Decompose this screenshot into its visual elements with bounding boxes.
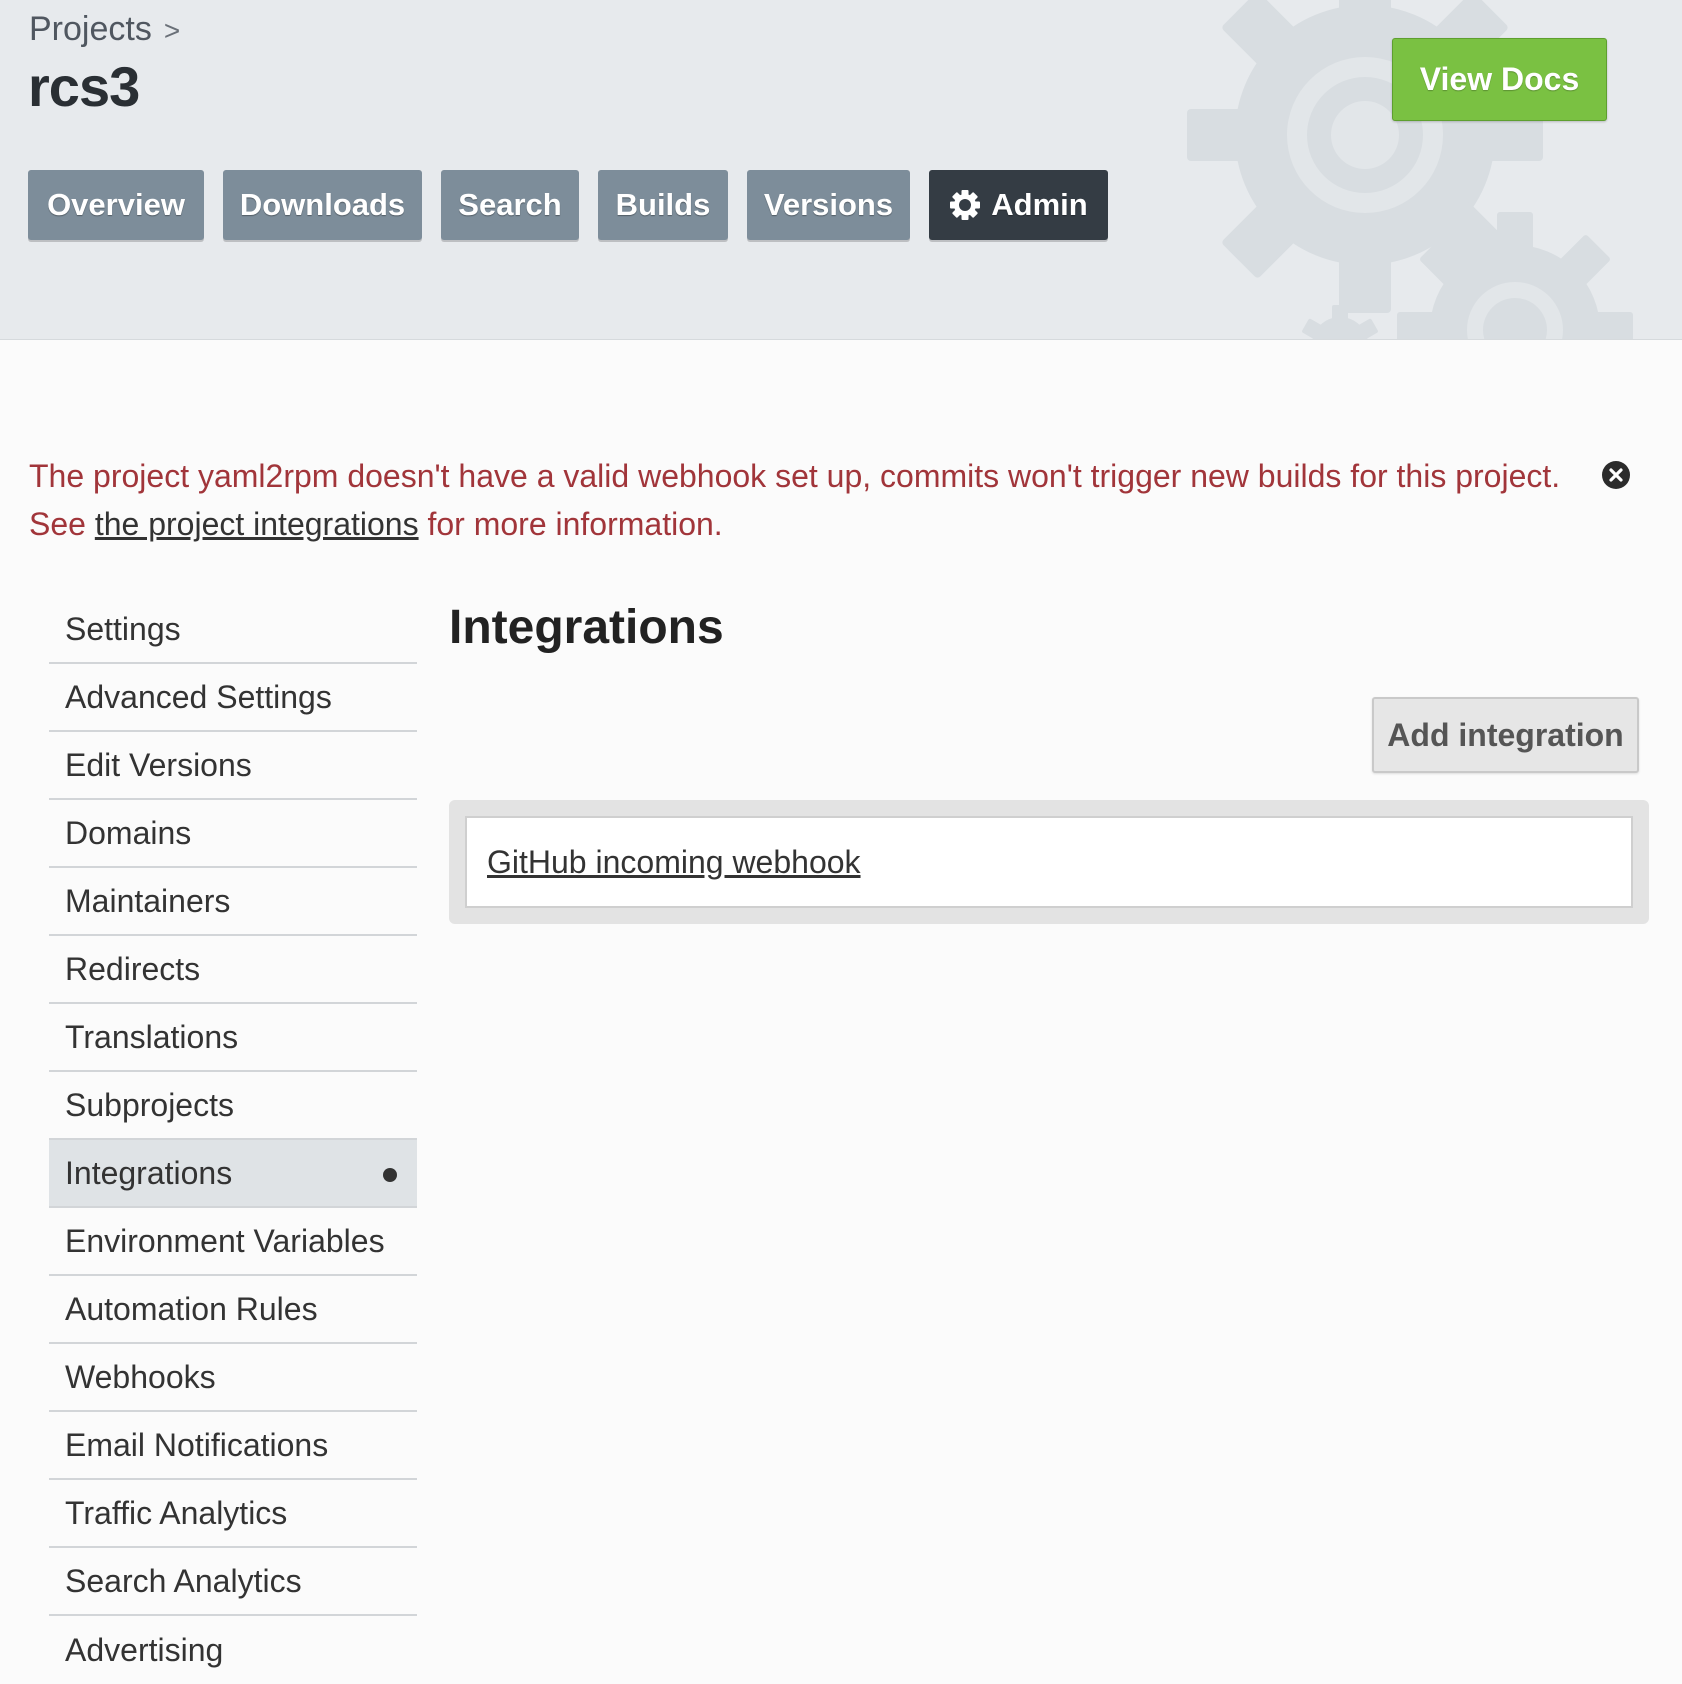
tab-search[interactable]: Search bbox=[441, 170, 579, 240]
sidebar-item-search-analytics[interactable]: Search Analytics bbox=[49, 1548, 417, 1616]
sidebar-item-advanced-settings[interactable]: Advanced Settings bbox=[49, 664, 417, 732]
gear-icon bbox=[949, 189, 981, 221]
view-docs-button[interactable]: View Docs bbox=[1392, 38, 1607, 121]
sidebar-item-subprojects[interactable]: Subprojects bbox=[49, 1072, 417, 1140]
tab-overview[interactable]: Overview bbox=[28, 170, 204, 240]
tab-downloads[interactable]: Downloads bbox=[223, 170, 422, 240]
tab-versions[interactable]: Versions bbox=[747, 170, 910, 240]
sidebar-item-maintainers[interactable]: Maintainers bbox=[49, 868, 417, 936]
list-item: GitHub incoming webhook bbox=[465, 816, 1633, 908]
admin-sidebar: Settings Advanced Settings Edit Versions… bbox=[49, 596, 417, 1684]
sidebar-item-translations[interactable]: Translations bbox=[49, 1004, 417, 1072]
sidebar-item-advertising[interactable]: Advertising bbox=[49, 1616, 417, 1684]
integrations-list: GitHub incoming webhook bbox=[449, 800, 1649, 924]
sidebar-item-automation-rules[interactable]: Automation Rules bbox=[49, 1276, 417, 1344]
breadcrumb-separator: > bbox=[163, 15, 181, 46]
sidebar-item-settings[interactable]: Settings bbox=[49, 596, 417, 664]
project-integrations-link[interactable]: the project integrations bbox=[95, 506, 419, 542]
sidebar-item-webhooks[interactable]: Webhooks bbox=[49, 1344, 417, 1412]
breadcrumb-projects-link[interactable]: Projects bbox=[29, 10, 152, 49]
sidebar-item-traffic-analytics[interactable]: Traffic Analytics bbox=[49, 1480, 417, 1548]
sidebar-item-edit-versions[interactable]: Edit Versions bbox=[49, 732, 417, 800]
sidebar-item-integrations[interactable]: Integrations bbox=[49, 1140, 417, 1208]
breadcrumb: Projects > bbox=[29, 10, 180, 49]
sidebar-item-label: Integrations bbox=[65, 1154, 233, 1191]
project-nav-tabs: Overview Downloads Search Builds Version… bbox=[28, 170, 1127, 240]
project-title: rcs3 bbox=[28, 55, 140, 118]
sidebar-item-email-notifications[interactable]: Email Notifications bbox=[49, 1412, 417, 1480]
project-header: Projects > rcs3 View Docs Overview Downl… bbox=[0, 0, 1682, 340]
sidebar-item-domains[interactable]: Domains bbox=[49, 800, 417, 868]
alert-text-end: for more information. bbox=[418, 506, 723, 542]
add-integration-button[interactable]: Add integration bbox=[1372, 697, 1639, 773]
tab-admin-label: Admin bbox=[991, 187, 1088, 222]
webhook-warning-alert: The project yaml2rpm doesn't have a vali… bbox=[29, 452, 1609, 548]
active-indicator-dot bbox=[383, 1168, 397, 1182]
sidebar-item-redirects[interactable]: Redirects bbox=[49, 936, 417, 1004]
integration-link[interactable]: GitHub incoming webhook bbox=[487, 844, 861, 881]
page-title: Integrations bbox=[449, 601, 724, 654]
close-icon[interactable] bbox=[1601, 460, 1631, 490]
tab-builds[interactable]: Builds bbox=[598, 170, 728, 240]
tab-admin[interactable]: Admin bbox=[929, 170, 1108, 240]
sidebar-item-environment-variables[interactable]: Environment Variables bbox=[49, 1208, 417, 1276]
